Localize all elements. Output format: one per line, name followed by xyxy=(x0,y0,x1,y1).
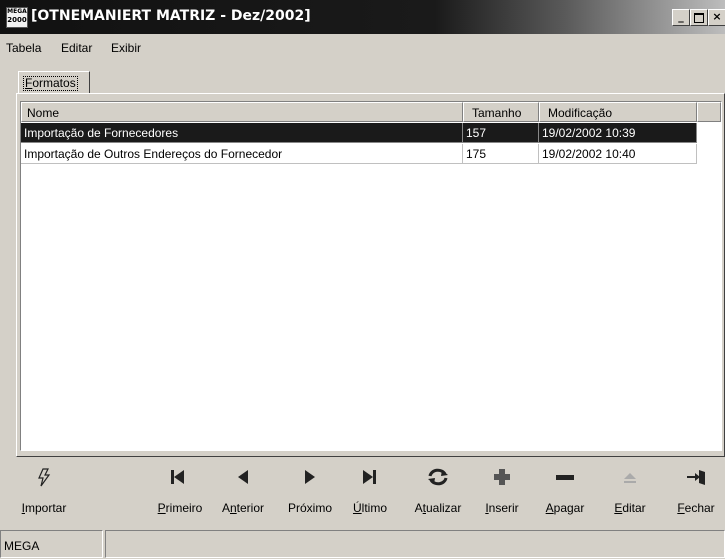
menu-bar: Tabela Editar Exibir xyxy=(0,36,725,58)
ultimo-accel: Ú xyxy=(352,501,362,515)
importar-button[interactable]: Importar xyxy=(20,459,68,525)
tab-formatos-label: Formatos xyxy=(23,76,78,91)
minus-icon xyxy=(556,475,574,480)
eject-icon xyxy=(624,473,636,483)
previous-icon xyxy=(238,470,248,484)
menu-exibir[interactable]: Exibir xyxy=(111,41,141,55)
minimize-button[interactable]: _ xyxy=(672,9,690,26)
navigation-toolbar: Importar Primeiro Anterior Próximo Últim… xyxy=(0,459,725,527)
tab-label-rest: ormatos xyxy=(32,76,76,90)
close-icon: × xyxy=(712,10,722,23)
ultimo-label-rest: ltimo xyxy=(361,501,387,515)
refresh-icon xyxy=(428,468,448,486)
table-row[interactable]: Importação de Fornecedores 157 19/02/200… xyxy=(21,123,697,144)
ultimo-label: Último xyxy=(346,501,394,515)
tab-formatos[interactable]: Formatos xyxy=(18,71,90,95)
cell-modificacao: 19/02/2002 10:40 xyxy=(539,144,697,164)
column-header-tamanho[interactable]: Tamanho xyxy=(463,102,539,122)
table-row[interactable]: Importação de Outros Endereços do Fornec… xyxy=(21,144,697,165)
anterior-accel: n xyxy=(229,501,237,515)
editar-button[interactable]: Editar xyxy=(608,459,652,525)
last-icon xyxy=(363,470,376,484)
status-panel-right xyxy=(105,530,725,558)
proximo-button[interactable]: Próximo xyxy=(282,459,338,525)
anterior-label-rest: terior xyxy=(236,501,265,515)
cell-nome: Importação de Outros Endereços do Fornec… xyxy=(21,144,463,164)
cell-modificacao: 19/02/2002 10:39 xyxy=(539,123,697,143)
fechar-accel: F xyxy=(677,501,685,515)
atualizar-button[interactable]: Atualizar xyxy=(408,459,468,525)
anterior-button[interactable]: Anterior xyxy=(216,459,270,525)
menu-editar[interactable]: Editar xyxy=(61,41,92,55)
app-logo-text: 2000 xyxy=(7,16,27,24)
maximize-button[interactable] xyxy=(690,9,708,26)
primeiro-label-rest: rimeiro xyxy=(165,501,203,515)
close-button[interactable]: × xyxy=(708,9,725,26)
first-icon xyxy=(171,470,184,484)
fechar-label: Fechar xyxy=(671,501,721,515)
column-header-filler xyxy=(697,102,721,122)
status-bar: MEGA xyxy=(0,530,725,559)
lightning-icon xyxy=(38,468,51,487)
apagar-accel: A xyxy=(545,501,554,515)
exit-door-icon xyxy=(687,470,705,485)
status-panel-left: MEGA xyxy=(0,530,103,558)
apagar-label-rest: pagar xyxy=(553,501,585,515)
plus-icon xyxy=(494,469,510,485)
maximize-icon xyxy=(694,13,704,23)
inserir-label-rest: nserir xyxy=(488,501,519,515)
menu-tabela[interactable]: Tabela xyxy=(6,41,41,55)
title-bar: MEGA 2000 [OTNEMANIERT MATRIZ - Dez/2002… xyxy=(0,0,725,34)
primeiro-button[interactable]: Primeiro xyxy=(153,459,207,525)
atualizar-label-pre: A xyxy=(414,501,423,515)
primeiro-label: Primeiro xyxy=(153,501,207,515)
anterior-label-pre: A xyxy=(221,501,230,515)
column-header-modificacao[interactable]: Modificação xyxy=(539,102,697,122)
fechar-button[interactable]: Fechar xyxy=(671,459,721,525)
inserir-button[interactable]: Inserir xyxy=(478,459,526,525)
cell-nome: Importação de Fornecedores xyxy=(21,123,463,143)
next-icon xyxy=(305,470,315,484)
editar-label: Editar xyxy=(608,501,652,515)
ultimo-button[interactable]: Último xyxy=(346,459,394,525)
editar-label-rest: ditar xyxy=(622,501,646,515)
window-title: [OTNEMANIERT MATRIZ - Dez/2002] xyxy=(31,8,311,24)
importar-label: Importar xyxy=(20,501,68,515)
minimize-icon: _ xyxy=(678,10,684,23)
column-header-nome[interactable]: Nome xyxy=(21,102,463,122)
cell-tamanho: 157 xyxy=(463,123,539,143)
anterior-label: Anterior xyxy=(216,501,270,515)
formats-table[interactable]: Nome Tamanho Modificação Importação de F… xyxy=(20,101,722,451)
cell-tamanho: 175 xyxy=(463,144,539,164)
apagar-label: Apagar xyxy=(540,501,590,515)
primeiro-accel: P xyxy=(157,501,166,515)
apagar-button[interactable]: Apagar xyxy=(540,459,590,525)
atualizar-label: Atualizar xyxy=(408,501,468,515)
importar-label-rest: mportar xyxy=(25,501,67,515)
fechar-label-rest: echar xyxy=(684,501,715,515)
app-logo-icon[interactable]: MEGA 2000 xyxy=(6,7,28,28)
proximo-label: Próximo xyxy=(287,501,332,515)
atualizar-label-rest: ualizar xyxy=(426,501,462,515)
inserir-label: Inserir xyxy=(478,501,526,515)
